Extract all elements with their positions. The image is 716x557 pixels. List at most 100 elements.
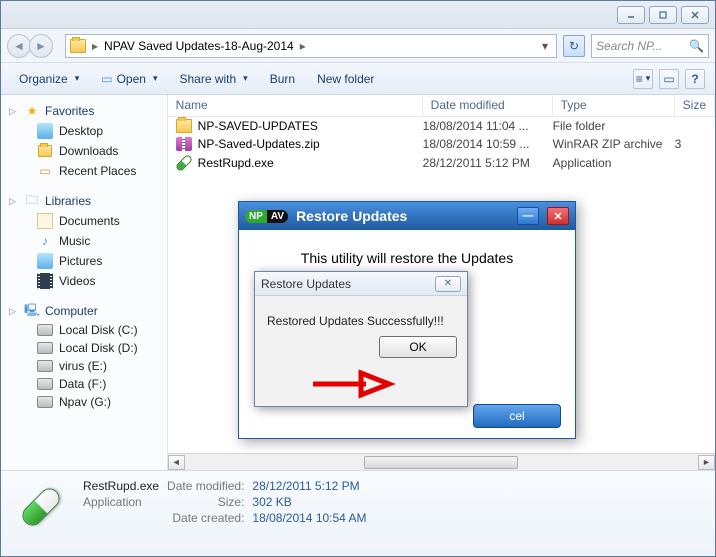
dialog-title: Restore Updates — [296, 208, 509, 224]
details-filename: RestRupd.exe — [83, 479, 159, 493]
nav-back-forward: ◄ ► — [7, 32, 59, 60]
folder-icon — [176, 119, 192, 133]
col-name[interactable]: Name — [168, 95, 423, 116]
col-date[interactable]: Date modified — [423, 95, 553, 116]
window-close-button[interactable] — [681, 6, 709, 24]
view-options-button[interactable]: ≡ — [633, 69, 653, 89]
open-icon: ▭ — [101, 72, 112, 86]
nav-pane: ▷★Favorites Desktop Downloads ▭Recent Pl… — [1, 95, 168, 470]
videos-icon — [37, 273, 53, 289]
window-minimize-button[interactable] — [617, 6, 645, 24]
music-icon: ♪ — [37, 233, 53, 249]
nav-item-pictures[interactable]: Pictures — [5, 251, 167, 271]
nav-item-downloads[interactable]: Downloads — [5, 141, 167, 161]
col-type[interactable]: Type — [553, 95, 675, 116]
nav-item-videos[interactable]: Videos — [5, 271, 167, 291]
nav-item-documents[interactable]: Documents — [5, 211, 167, 231]
breadcrumb-sep-icon: ▸ — [92, 39, 98, 53]
folder-icon — [70, 39, 86, 53]
ok-button[interactable]: OK — [379, 336, 457, 358]
downloads-icon — [37, 143, 53, 159]
dialog-close-button[interactable]: ✕ — [547, 207, 569, 225]
dialog-titlebar: Restore Updates ✕ — [255, 272, 467, 296]
col-size[interactable]: Size — [675, 95, 715, 116]
dialog-minimize-button[interactable]: — — [517, 207, 539, 225]
refresh-button[interactable]: ↻ — [563, 35, 585, 57]
details-icon — [13, 479, 69, 535]
details-value: 18/08/2014 10:54 AM — [252, 511, 366, 525]
dialog-title: Restore Updates — [261, 277, 435, 291]
pictures-icon — [37, 253, 53, 269]
explorer-window: ◄ ► ▸ NPAV Saved Updates-18-Aug-2014 ▸ ▾… — [0, 0, 716, 557]
details-label: Date created: — [167, 511, 244, 525]
nav-item-disk-f[interactable]: Data (F:) — [5, 375, 167, 393]
dialog-close-button[interactable]: ✕ — [435, 276, 461, 292]
column-headers: Name Date modified Type Size — [168, 95, 715, 117]
titlebar — [1, 1, 715, 29]
back-button[interactable]: ◄ — [7, 34, 31, 58]
organize-button[interactable]: Organize — [11, 69, 87, 89]
address-bar[interactable]: ▸ NPAV Saved Updates-18-Aug-2014 ▸ ▾ — [65, 34, 557, 58]
details-filetype: Application — [83, 495, 159, 509]
help-button[interactable]: ? — [685, 69, 705, 89]
forward-button[interactable]: ► — [29, 34, 53, 58]
search-box[interactable]: Search NP... 🔍 — [591, 34, 709, 58]
nav-favorites-header[interactable]: ▷★Favorites — [5, 101, 167, 121]
file-row[interactable]: NP-SAVED-UPDATES 18/08/2014 11:04 ...Fil… — [168, 117, 715, 135]
nav-libraries-header[interactable]: ▷🗀Libraries — [5, 191, 167, 211]
details-value: 302 KB — [252, 495, 366, 509]
breadcrumb-current[interactable]: NPAV Saved Updates-18-Aug-2014 — [104, 39, 294, 53]
nav-computer-header[interactable]: ▷🖳Computer — [5, 301, 167, 321]
star-icon: ★ — [24, 103, 40, 119]
address-drop-icon[interactable]: ▾ — [538, 39, 552, 53]
nav-item-disk-e[interactable]: virus (E:) — [5, 357, 167, 375]
search-placeholder: Search NP... — [596, 39, 662, 53]
share-with-button[interactable]: Share with — [171, 69, 255, 89]
disk-icon — [37, 342, 53, 354]
open-button[interactable]: ▭Open — [93, 69, 165, 89]
breadcrumb-sep-icon: ▸ — [300, 39, 306, 53]
new-folder-button[interactable]: New folder — [309, 69, 382, 89]
disk-icon — [37, 360, 53, 372]
scroll-thumb[interactable] — [364, 456, 518, 469]
scroll-left-icon[interactable]: ◄ — [168, 455, 185, 470]
nav-item-music[interactable]: ♪Music — [5, 231, 167, 251]
nav-item-recent[interactable]: ▭Recent Places — [5, 161, 167, 181]
computer-icon: 🖳 — [24, 303, 40, 319]
dialog-titlebar: NPAV Restore Updates — ✕ — [239, 202, 575, 230]
desktop-icon — [37, 123, 53, 139]
file-row[interactable]: RestRupd.exe 28/12/2011 5:12 PMApplicati… — [168, 153, 715, 173]
cancel-button[interactable]: cel — [473, 404, 561, 428]
details-value: 28/12/2011 5:12 PM — [252, 479, 366, 493]
expand-icon: ▷ — [9, 306, 19, 317]
documents-icon — [37, 213, 53, 229]
preview-pane-button[interactable]: ▭ — [659, 69, 679, 89]
scroll-right-icon[interactable]: ► — [698, 455, 715, 470]
toolbar: Organize ▭Open Share with Burn New folde… — [1, 63, 715, 95]
libraries-icon: 🗀 — [24, 193, 40, 209]
file-row[interactable]: NP-Saved-Updates.zip 18/08/2014 10:59 ..… — [168, 135, 715, 153]
expand-icon: ▷ — [9, 196, 19, 207]
disk-icon — [37, 396, 53, 408]
details-label: Size: — [167, 495, 244, 509]
search-icon: 🔍 — [689, 39, 704, 53]
dialog-message: This utility will restore the Updates — [249, 250, 565, 266]
details-pane: RestRupd.exe Date modified: 28/12/2011 5… — [1, 470, 715, 556]
nav-item-disk-d[interactable]: Local Disk (D:) — [5, 339, 167, 357]
details-label: Date modified: — [167, 479, 244, 493]
disk-icon — [37, 324, 53, 336]
zip-icon — [176, 137, 192, 151]
nav-item-disk-c[interactable]: Local Disk (C:) — [5, 321, 167, 339]
nav-item-disk-g[interactable]: Npav (G:) — [5, 393, 167, 411]
dialog-message: Restored Updates Successfully!!! — [255, 296, 467, 336]
disk-icon — [37, 378, 53, 390]
window-maximize-button[interactable] — [649, 6, 677, 24]
exe-icon — [176, 155, 192, 171]
burn-button[interactable]: Burn — [262, 69, 303, 89]
recent-icon: ▭ — [37, 163, 53, 179]
horizontal-scrollbar[interactable]: ◄ ► — [168, 453, 715, 470]
nav-item-desktop[interactable]: Desktop — [5, 121, 167, 141]
refresh-icon: ↻ — [569, 39, 579, 53]
npav-logo-icon: NPAV — [245, 210, 288, 223]
annotation-arrow-icon — [311, 369, 391, 402]
